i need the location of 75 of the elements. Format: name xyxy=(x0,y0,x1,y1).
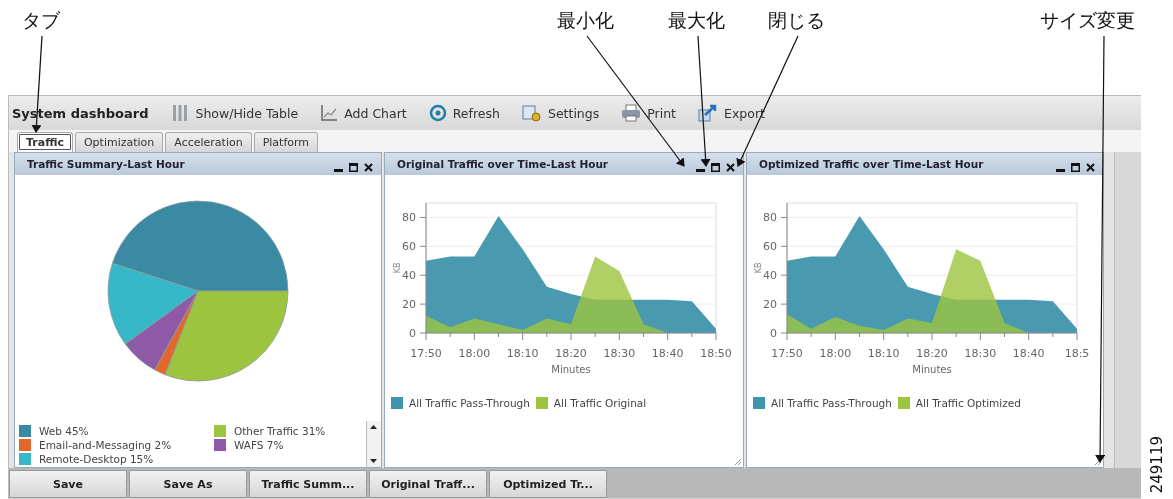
bottom-button[interactable]: Original Traff... xyxy=(369,470,487,498)
tab[interactable]: Acceleration xyxy=(165,132,252,152)
y-tick-label: 60 xyxy=(402,240,416,254)
x-tick-label: 17:50 xyxy=(410,347,442,360)
callout-label: サイズ変更 xyxy=(1040,8,1135,33)
callout-label: タブ xyxy=(22,8,60,33)
x-tick-label: 18:50 xyxy=(700,347,732,360)
x-tick-label: 18:00 xyxy=(819,347,852,360)
panel-title: Original Traffic over Time-Last Hour xyxy=(397,158,609,170)
settings-icon xyxy=(521,104,542,122)
x-tick-label: 18:40 xyxy=(1012,347,1045,360)
panel-title: Traffic Summary-Last Hour xyxy=(27,158,185,170)
maximize-icon[interactable] xyxy=(711,162,720,172)
toolbar-button[interactable]: Refresh xyxy=(419,101,509,125)
x-tick-label: 18:5 xyxy=(1064,347,1090,360)
figure-number: 249119 xyxy=(1148,435,1166,493)
x-tick-label: 18:40 xyxy=(651,347,684,360)
y-tick-label: 20 xyxy=(763,298,777,312)
axis-title: Minutes xyxy=(551,364,591,375)
tab[interactable]: Optimization xyxy=(74,132,164,152)
columns-icon xyxy=(171,104,190,122)
tab[interactable]: Platform xyxy=(253,132,319,152)
legend-label: All Traffic Pass-Through xyxy=(771,397,892,409)
toolbar-button[interactable]: Print xyxy=(612,101,685,125)
legend-label: All Traffic Optimized xyxy=(915,397,1021,409)
callout-label: 閉じる xyxy=(768,8,825,33)
x-tick-label: 17:50 xyxy=(771,347,803,360)
y-tick-label: 0 xyxy=(409,327,416,340)
x-tick-label: 18:00 xyxy=(458,347,491,360)
x-tick-label: 18:10 xyxy=(867,347,900,360)
line-chart-icon xyxy=(320,104,339,122)
toolbar-button[interactable]: Show/Hide Table xyxy=(162,101,308,125)
x-tick-label: 18:30 xyxy=(603,347,636,360)
x-tick-label: 18:30 xyxy=(964,347,997,360)
maximize-icon[interactable] xyxy=(1071,162,1080,172)
refresh-icon xyxy=(428,104,447,122)
bottom-button[interactable]: Save xyxy=(9,470,127,498)
callout-label: 最大化 xyxy=(668,8,725,33)
x-tick-label: 18:20 xyxy=(555,347,587,360)
legend-label: All Traffic Original xyxy=(553,397,647,409)
x-tick-label: 18:10 xyxy=(506,347,539,360)
legend-label: Email-and-Messaging 2% xyxy=(39,439,172,451)
y-tick-label: 0 xyxy=(770,327,777,340)
y-tick-label: 80 xyxy=(763,211,777,225)
tab[interactable]: Traffic xyxy=(17,132,73,152)
legend-label: Other Traffic 31% xyxy=(233,425,326,437)
printer-icon xyxy=(621,104,642,122)
close-icon[interactable] xyxy=(726,162,735,172)
x-tick-label: 18:20 xyxy=(916,347,948,360)
close-icon[interactable] xyxy=(364,162,373,172)
legend-label: WAFS 7% xyxy=(233,439,284,451)
close-icon[interactable] xyxy=(1086,162,1095,172)
resize-grip-icon[interactable] xyxy=(1094,458,1102,466)
legend-label: Web 45% xyxy=(39,425,89,437)
bottom-button[interactable]: Traffic Summ... xyxy=(249,470,367,498)
maximize-icon[interactable] xyxy=(349,162,358,172)
toolbar-button[interactable]: Add Chart xyxy=(311,101,416,125)
resize-grip-icon[interactable] xyxy=(734,458,742,466)
axis-title: KB xyxy=(393,262,402,274)
scrollbar[interactable] xyxy=(366,421,381,467)
toolbar-button[interactable]: Settings xyxy=(512,101,609,125)
bottom-button[interactable]: Optimized Tr... xyxy=(489,470,607,498)
export-icon xyxy=(698,104,718,122)
axis-title: Minutes xyxy=(912,364,952,375)
panel-title: Optimized Traffic over Time-Last Hour xyxy=(759,158,984,170)
legend-label: All Traffic Pass-Through xyxy=(409,397,530,409)
axis-title: KB xyxy=(754,262,763,274)
y-tick-label: 60 xyxy=(763,240,777,254)
y-tick-label: 40 xyxy=(763,269,777,283)
y-tick-label: 40 xyxy=(402,269,416,283)
legend-label: Remote-Desktop 15% xyxy=(39,453,154,465)
bottom-button[interactable]: Save As xyxy=(129,470,247,498)
callout-label: 最小化 xyxy=(557,8,614,33)
y-tick-label: 20 xyxy=(402,298,416,312)
y-tick-label: 80 xyxy=(402,211,416,225)
